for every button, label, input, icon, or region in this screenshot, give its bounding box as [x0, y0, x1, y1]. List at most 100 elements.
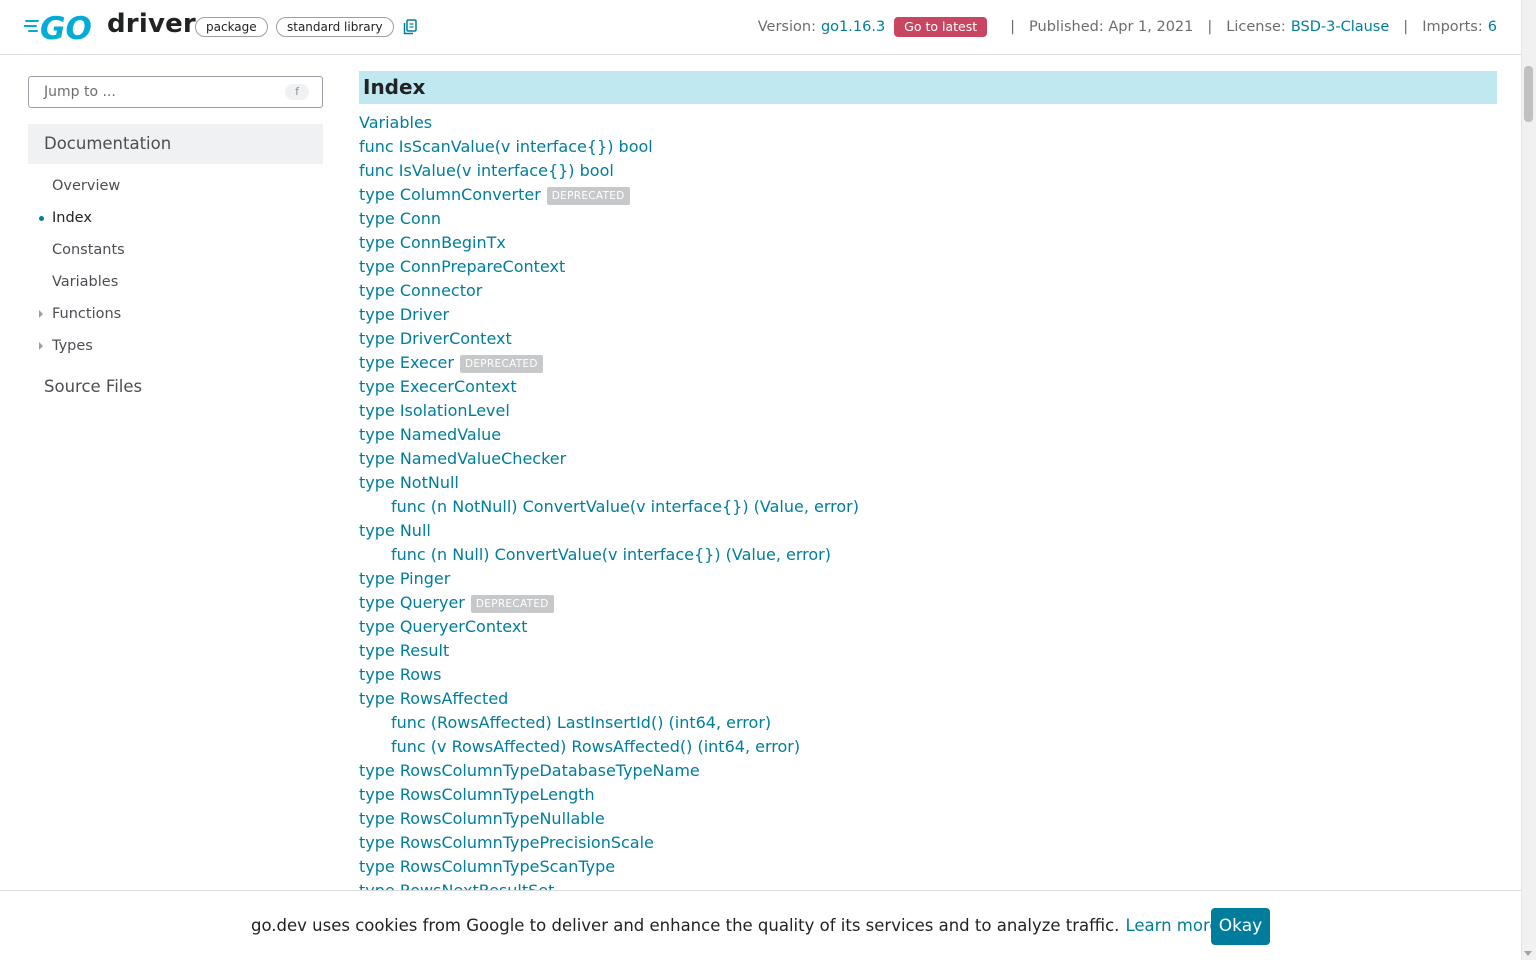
index-item: type ConnPrepareContext	[359, 255, 1499, 279]
sidebar-item-index[interactable]: Index	[28, 202, 323, 234]
scrollbar-thumb[interactable]	[1524, 66, 1533, 122]
index-link[interactable]: type RowsAffected	[359, 689, 508, 708]
index-link[interactable]: type NamedValue	[359, 425, 501, 444]
index-item: type RowsColumnTypeNullable	[359, 807, 1499, 831]
index-link[interactable]: func (RowsAffected) LastInsertId() (int6…	[391, 713, 771, 732]
go-logo-icon[interactable]: GO	[24, 12, 100, 42]
cookie-text: go.dev uses cookies from Google to deliv…	[251, 916, 1120, 935]
package-metadata: Version: go1.16.3 Go to latest | Publish…	[758, 17, 1497, 37]
index-link[interactable]: type Pinger	[359, 569, 450, 588]
index-link[interactable]: type ConnPrepareContext	[359, 257, 565, 276]
sidebar-nav: Overview Index Constants Variables Funct…	[28, 170, 323, 362]
imports-label: Imports:	[1422, 19, 1483, 35]
index-link[interactable]: func IsScanValue(v interface{}) bool	[359, 137, 653, 156]
license-link[interactable]: BSD-3-Clause	[1291, 19, 1389, 35]
index-item: func IsScanValue(v interface{}) bool	[359, 135, 1499, 159]
site-header: GO driver package standard library Versi…	[0, 0, 1521, 55]
package-title: driver	[107, 9, 196, 39]
sidebar-item-overview[interactable]: Overview	[28, 170, 323, 202]
index-link[interactable]: type RowsColumnTypeScanType	[359, 857, 615, 876]
index-link[interactable]: type RowsColumnTypePrecisionScale	[359, 833, 654, 852]
index-item: type QueryerContext	[359, 615, 1499, 639]
index-item: Variables	[359, 111, 1499, 135]
index-list: Variables func IsScanValue(v interface{}…	[359, 111, 1499, 891]
sidebar-item-constants[interactable]: Constants	[28, 234, 323, 266]
index-link[interactable]: type Queryer	[359, 593, 465, 612]
index-item: type ColumnConverter DEPRECATED	[359, 183, 1499, 207]
index-link[interactable]: type Execer	[359, 353, 454, 372]
sidebar-item-types[interactable]: Types	[28, 330, 323, 362]
index-item: type NotNull	[359, 471, 1499, 495]
index-link[interactable]: type IsolationLevel	[359, 401, 510, 420]
sidebar-item-label: Functions	[52, 306, 122, 322]
index-link[interactable]: type ExecerContext	[359, 377, 517, 396]
index-link[interactable]: type Connector	[359, 281, 482, 300]
index-item: type RowsColumnTypePrecisionScale	[359, 831, 1499, 855]
separator: |	[1010, 19, 1016, 35]
svg-text:GO: GO	[40, 12, 92, 42]
sidebar-item-functions[interactable]: Functions	[28, 298, 323, 330]
index-item: type Driver	[359, 303, 1499, 327]
index-item: type NamedValueChecker	[359, 447, 1499, 471]
index-subitem: func (RowsAffected) LastInsertId() (int6…	[359, 711, 1499, 735]
index-link[interactable]: type ConnBeginTx	[359, 233, 506, 252]
index-item: type Execer DEPRECATED	[359, 351, 1499, 375]
deprecated-badge: DEPRECATED	[470, 595, 554, 613]
index-item: type Queryer DEPRECATED	[359, 591, 1499, 615]
index-link[interactable]: type NamedValueChecker	[359, 449, 566, 468]
index-subitem: func (n NotNull) ConvertValue(v interfac…	[359, 495, 1499, 519]
index-link[interactable]: type Conn	[359, 209, 441, 228]
index-item: type Rows	[359, 663, 1499, 687]
index-link[interactable]: type Result	[359, 641, 449, 660]
sidebar-item-label: Constants	[52, 242, 125, 258]
expand-caret-icon[interactable]	[39, 342, 43, 350]
copy-icon[interactable]	[403, 19, 417, 35]
index-link[interactable]: type ColumnConverter	[359, 185, 541, 204]
okay-button[interactable]: Okay	[1211, 908, 1270, 945]
index-link[interactable]: type Null	[359, 521, 431, 540]
source-files-link[interactable]: Source Files	[44, 376, 142, 398]
sidebar-item-label: Index	[52, 210, 92, 226]
jump-to-placeholder: Jump to ...	[44, 84, 116, 100]
package-chip: package	[195, 17, 268, 37]
documentation-heading[interactable]: Documentation	[28, 124, 323, 164]
index-item: func IsValue(v interface{}) bool	[359, 159, 1499, 183]
index-link[interactable]: type DriverContext	[359, 329, 512, 348]
scroll-down-arrow-icon[interactable]	[1524, 951, 1532, 956]
index-item: type RowsColumnTypeDatabaseTypeName	[359, 759, 1499, 783]
index-link[interactable]: type Driver	[359, 305, 449, 324]
learn-more-link[interactable]: Learn more.	[1125, 916, 1224, 935]
imports-link[interactable]: 6	[1488, 19, 1497, 35]
separator: |	[1207, 19, 1213, 35]
page-scrollbar[interactable]	[1521, 0, 1536, 960]
index-link[interactable]: type RowsColumnTypeDatabaseTypeName	[359, 761, 700, 780]
cookie-message: go.dev uses cookies from Google to deliv…	[251, 915, 1225, 937]
separator: |	[1403, 19, 1409, 35]
version-label: Version:	[757, 19, 816, 35]
index-link[interactable]: func (v RowsAffected) RowsAffected() (in…	[391, 737, 800, 756]
index-link[interactable]: type Rows	[359, 665, 441, 684]
sidebar-item-label: Overview	[52, 178, 121, 194]
published-date: Published: Apr 1, 2021	[1029, 19, 1194, 35]
go-to-latest-button[interactable]: Go to latest	[894, 17, 988, 37]
index-subitem: func (v RowsAffected) RowsAffected() (in…	[359, 735, 1499, 759]
index-link[interactable]: func (n Null) ConvertValue(v interface{}…	[391, 545, 831, 564]
index-link[interactable]: func (n NotNull) ConvertValue(v interfac…	[391, 497, 859, 516]
index-link[interactable]: type RowsColumnTypeLength	[359, 785, 595, 804]
version-link[interactable]: go1.16.3	[821, 19, 885, 35]
sidebar-item-label: Variables	[52, 274, 119, 290]
deprecated-badge: DEPRECATED	[546, 187, 630, 205]
index-heading: Index	[359, 71, 1497, 104]
index-link[interactable]: type RowsColumnTypeNullable	[359, 809, 605, 828]
index-link[interactable]: type QueryerContext	[359, 617, 528, 636]
expand-caret-icon[interactable]	[39, 310, 43, 318]
jump-to-input[interactable]: Jump to ... f	[28, 76, 323, 108]
index-link[interactable]: Variables	[359, 113, 432, 132]
index-item: type NamedValue	[359, 423, 1499, 447]
index-subitem: func (n Null) ConvertValue(v interface{}…	[359, 543, 1499, 567]
index-link[interactable]: func IsValue(v interface{}) bool	[359, 161, 614, 180]
index-item: type Connector	[359, 279, 1499, 303]
index-item: type Pinger	[359, 567, 1499, 591]
index-link[interactable]: type NotNull	[359, 473, 459, 492]
sidebar-item-variables[interactable]: Variables	[28, 266, 323, 298]
